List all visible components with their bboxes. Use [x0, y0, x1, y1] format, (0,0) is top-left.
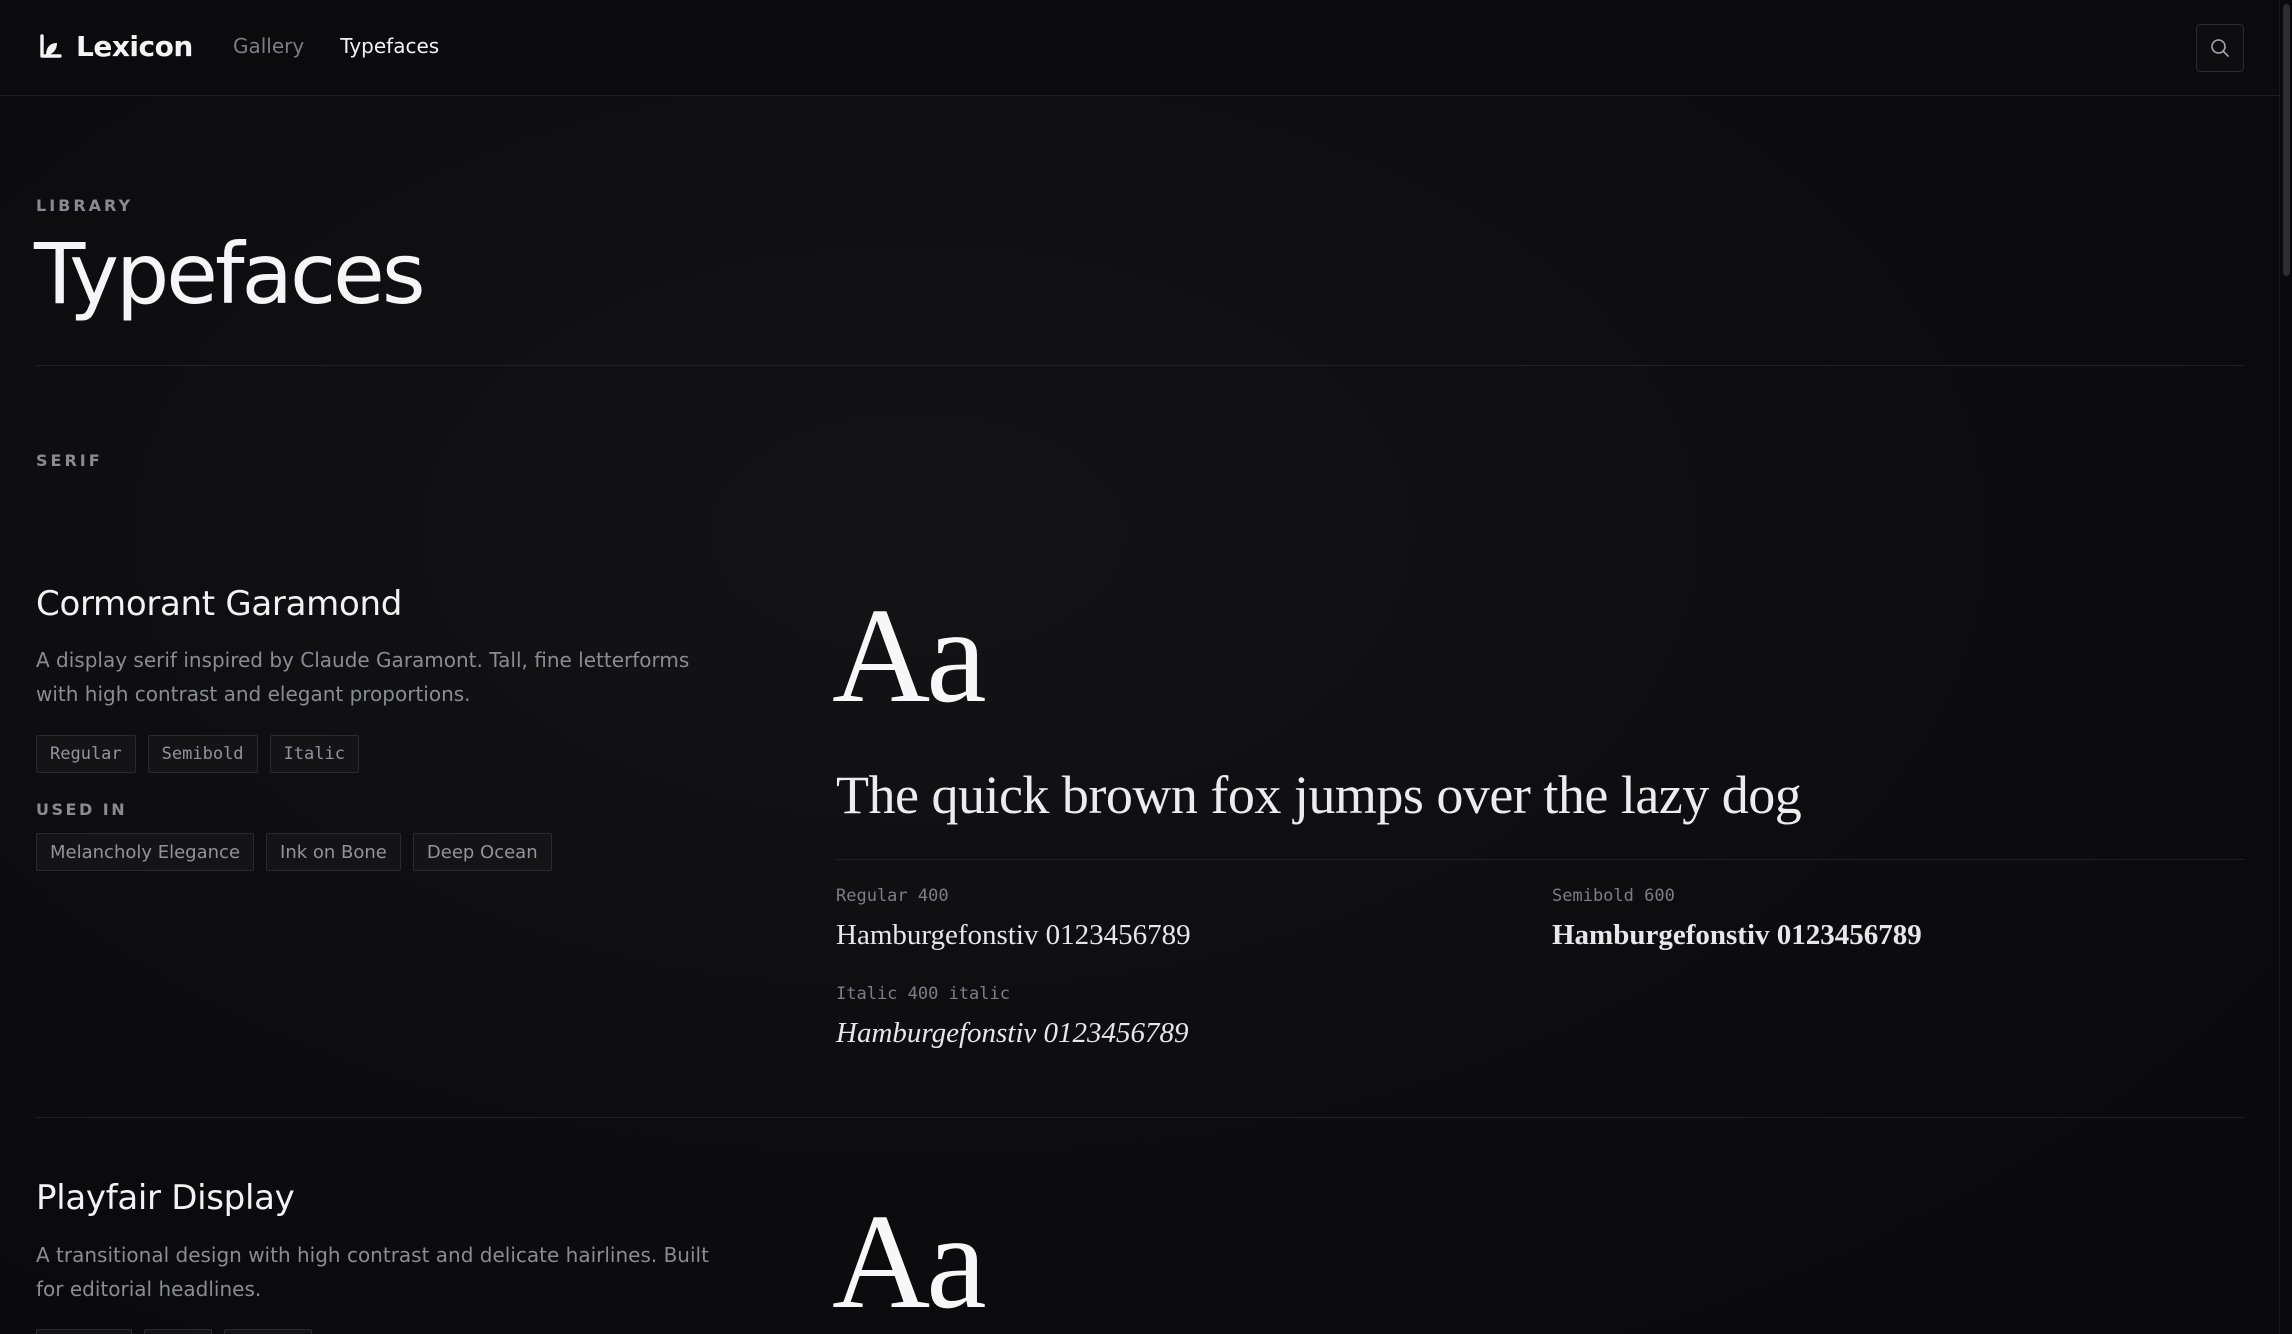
- specimen-glyphs: Aa: [832, 581, 987, 731]
- category-label: SERIF: [36, 451, 103, 470]
- weight-sample: Hamburgefonstiv 0123456789: [1552, 919, 1922, 951]
- style-tags: Regular Semibold Italic: [36, 735, 359, 773]
- lexicon-logo-icon: [40, 33, 62, 58]
- weight-sample: Hamburgefonstiv 0123456789: [836, 919, 1191, 951]
- page-eyebrow: LIBRARY: [36, 196, 134, 215]
- typeface-description: A display serif inspired by Claude Garam…: [36, 648, 690, 706]
- used-in-label: USED IN: [36, 800, 128, 819]
- specimen-glyphs: Aa: [832, 1187, 987, 1334]
- typeface-description: A transitional design with high contrast…: [36, 1243, 709, 1301]
- typeface-divider: [36, 1117, 2244, 1118]
- weight-sample: Hamburgefonstiv 0123456789: [836, 1017, 1189, 1049]
- weight-label: Semibold 600: [1552, 886, 1675, 906]
- typeface-name[interactable]: Cormorant Garamond: [36, 584, 402, 624]
- style-tag: Regular: [36, 735, 136, 773]
- scrollbar-thumb[interactable]: [2283, 4, 2290, 276]
- main-nav: Gallery Typefaces: [233, 34, 439, 58]
- pangram-sample: The quick brown fox jumps over the lazy …: [836, 765, 1802, 825]
- brand-link[interactable]: Lexicon: [36, 30, 193, 63]
- typeface-name[interactable]: Playfair Display: [36, 1178, 295, 1218]
- weight-label: Regular 400: [836, 886, 949, 906]
- page-title: Typefaces: [34, 225, 426, 323]
- top-navigation-bar: Lexicon Gallery Typefaces: [0, 0, 2279, 96]
- used-in-tags: Melancholy Elegance Ink on Bone Deep Oce…: [36, 833, 552, 871]
- header-divider: [36, 365, 2244, 366]
- palette-link[interactable]: Deep Ocean: [412, 833, 552, 871]
- style-tag: [144, 1329, 212, 1334]
- search-icon: [2211, 39, 2229, 57]
- weight-label: Italic 400 italic: [836, 984, 1010, 1004]
- typefaces-page: Lexicon Gallery Typefaces LIBRARY Typefa…: [0, 0, 2292, 1334]
- style-tag: [36, 1329, 132, 1334]
- search-button[interactable]: [2196, 24, 2244, 72]
- style-tags: [36, 1329, 312, 1334]
- page-scrollbar[interactable]: [2279, 0, 2292, 1334]
- style-tag: Italic: [269, 735, 359, 773]
- nav-link-typefaces[interactable]: Typefaces: [340, 34, 439, 58]
- nav-link-gallery[interactable]: Gallery: [233, 34, 304, 58]
- palette-link[interactable]: Ink on Bone: [266, 833, 401, 871]
- style-tag: [224, 1329, 312, 1334]
- specimen-divider: [836, 859, 2244, 860]
- style-tag: Semibold: [147, 735, 258, 773]
- palette-link[interactable]: Melancholy Elegance: [36, 833, 255, 871]
- brand-name: Lexicon: [76, 30, 193, 63]
